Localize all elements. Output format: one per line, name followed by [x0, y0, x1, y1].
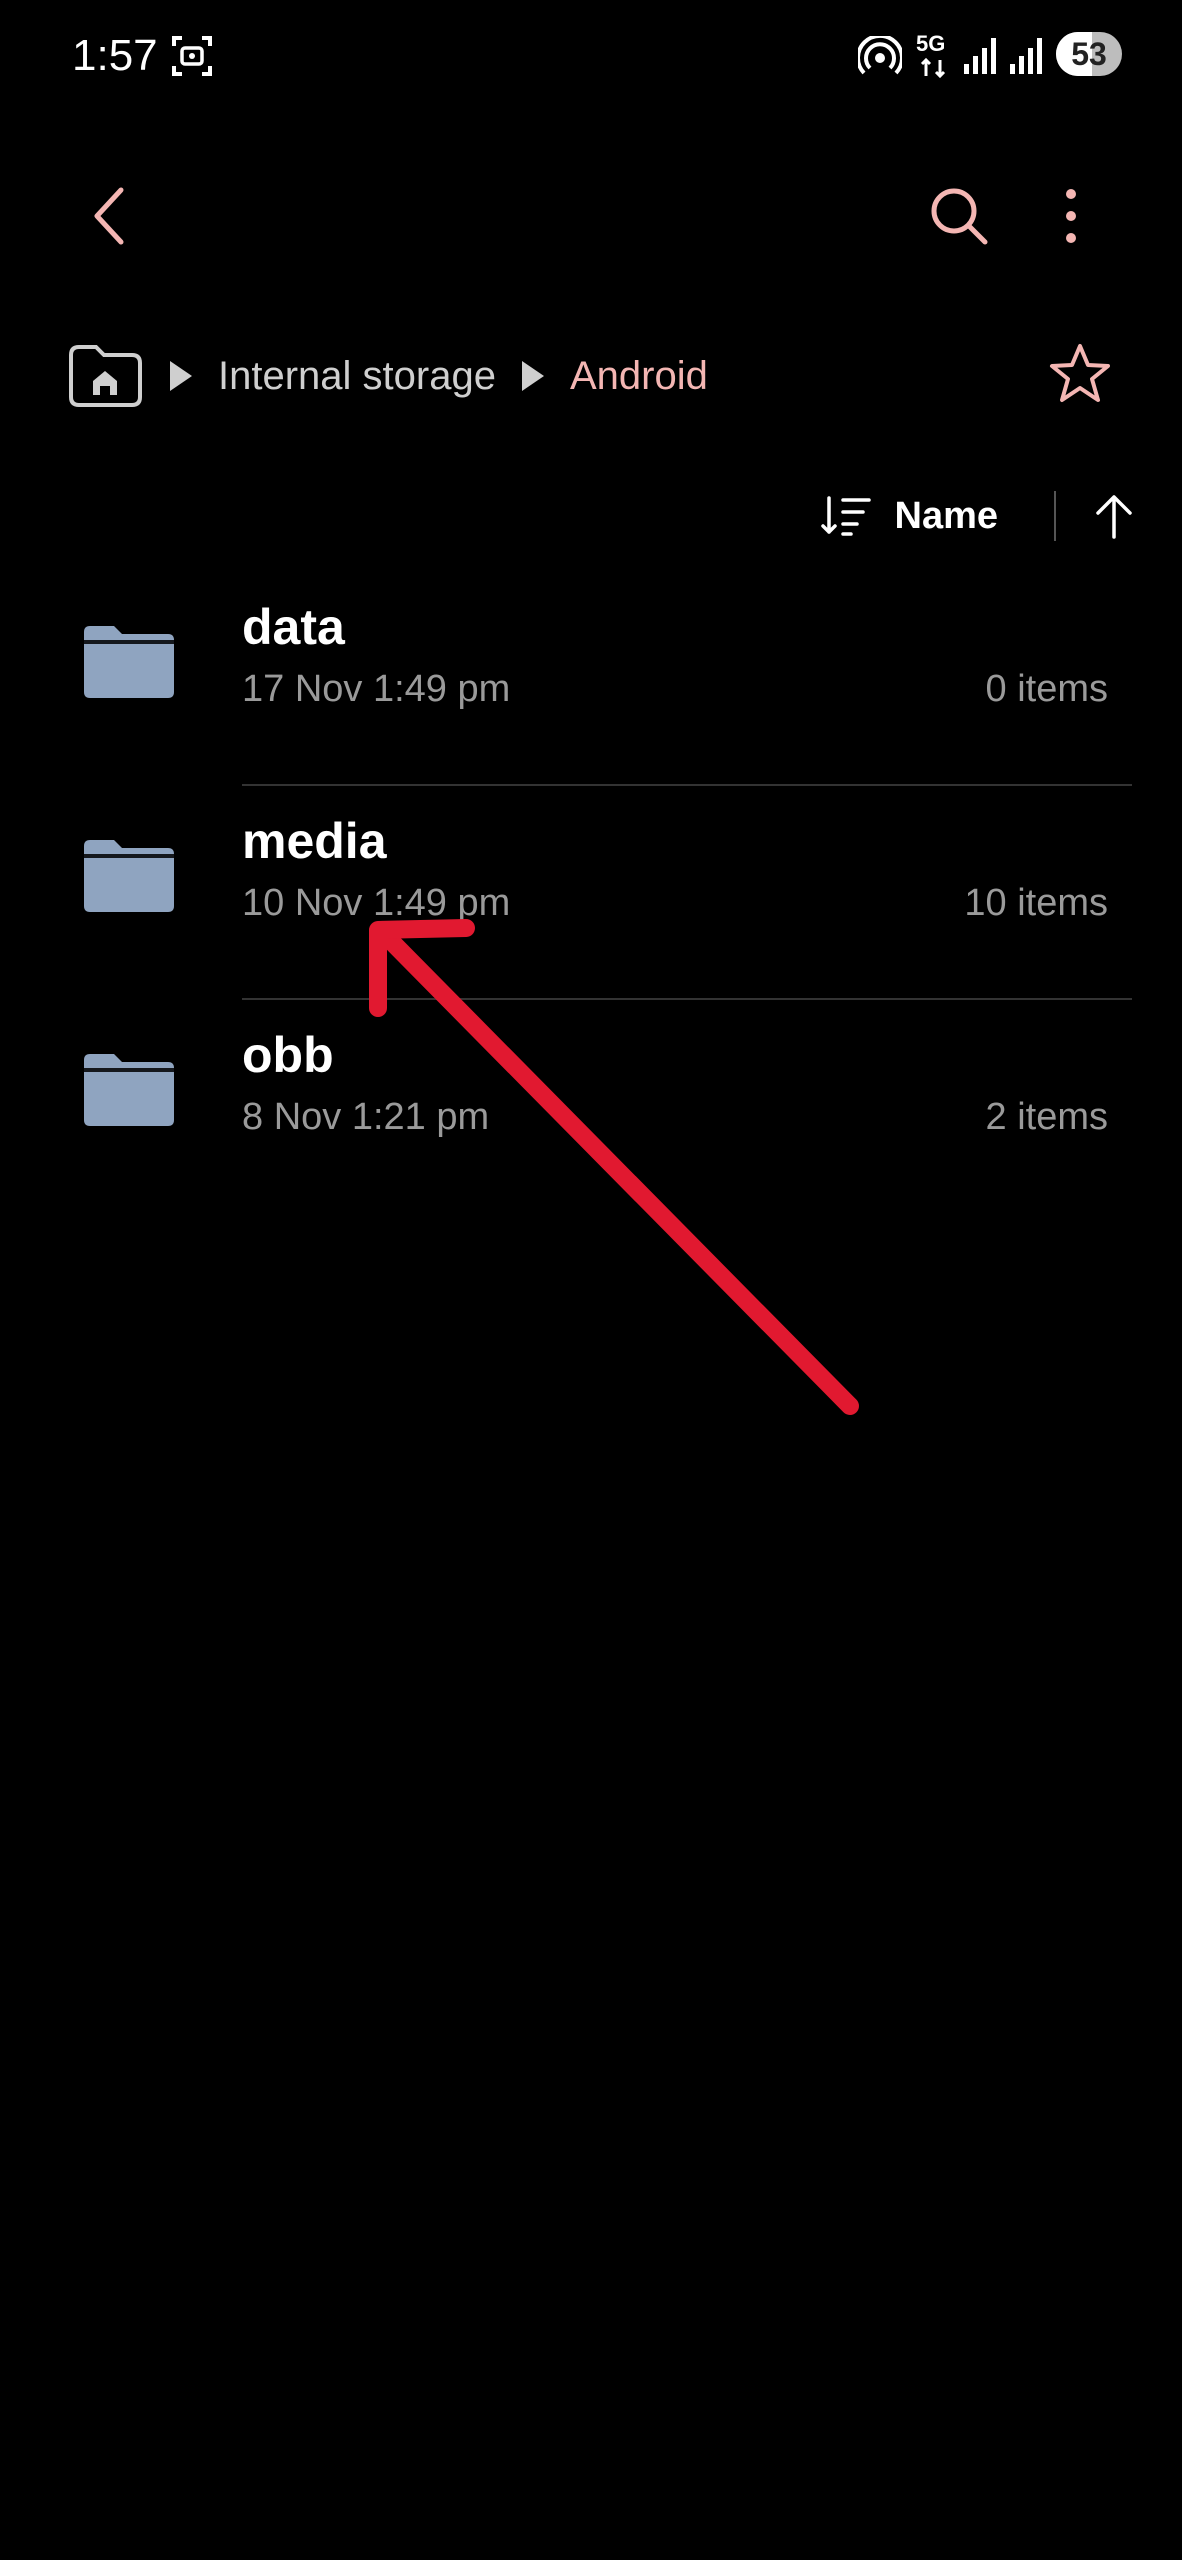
search-button[interactable]: [924, 176, 994, 256]
signal-icon: [1008, 36, 1044, 81]
file-item-count: 2 items: [985, 1096, 1108, 1138]
favorite-button[interactable]: [1042, 334, 1118, 414]
breadcrumb-item-internal-storage[interactable]: Internal storage: [218, 336, 496, 416]
list-item[interactable]: obb 8 Nov 1:21 pm 2 items: [0, 1000, 1182, 1214]
screen-record-icon: [170, 34, 214, 83]
file-item-count: 10 items: [964, 882, 1108, 924]
breadcrumb: Internal storage Android: [66, 336, 708, 416]
more-options-icon: [1066, 189, 1076, 243]
status-time: 1:57: [72, 31, 158, 80]
back-button[interactable]: [74, 176, 144, 256]
arrow-up-icon: [1096, 495, 1132, 539]
sort-label: Name: [894, 494, 999, 537]
signal-icon: [962, 36, 998, 81]
sort-icon: [820, 496, 871, 536]
file-name: obb: [242, 1027, 334, 1083]
sort-bar: Name: [820, 476, 1135, 556]
breadcrumb-separator-icon: [521, 361, 544, 391]
hotspot-icon: [856, 33, 904, 85]
file-item-count: 0 items: [985, 668, 1108, 710]
folder-icon: [80, 1050, 178, 1128]
breadcrumb-item-android[interactable]: Android: [570, 336, 708, 416]
list-item[interactable]: data 17 Nov 1:49 pm 0 items: [0, 572, 1182, 786]
status-bar: 1:57 5G 53: [0, 0, 1182, 110]
file-date: 10 Nov 1:49 pm: [242, 882, 511, 924]
sort-direction-button[interactable]: [1094, 493, 1134, 539]
back-arrow-icon: [94, 187, 124, 245]
list-item[interactable]: media 10 Nov 1:49 pm 10 items: [0, 786, 1182, 1000]
home-folder-icon[interactable]: [66, 343, 144, 409]
file-date: 8 Nov 1:21 pm: [242, 1096, 490, 1138]
file-date: 17 Nov 1:49 pm: [242, 668, 511, 710]
more-options-button[interactable]: [1036, 176, 1106, 256]
sort-divider: [1054, 491, 1056, 541]
sort-button[interactable]: Name: [820, 494, 999, 538]
battery-level: 53: [1071, 36, 1107, 72]
5g-icon: 5G: [912, 30, 956, 80]
folder-icon: [80, 836, 178, 914]
breadcrumb-separator-icon: [170, 361, 192, 391]
search-icon: [931, 188, 988, 245]
star-icon: [1050, 344, 1110, 402]
folder-icon: [80, 622, 178, 700]
file-name: data: [242, 599, 345, 655]
file-name: media: [242, 813, 387, 869]
battery-icon: 53: [1056, 32, 1122, 76]
